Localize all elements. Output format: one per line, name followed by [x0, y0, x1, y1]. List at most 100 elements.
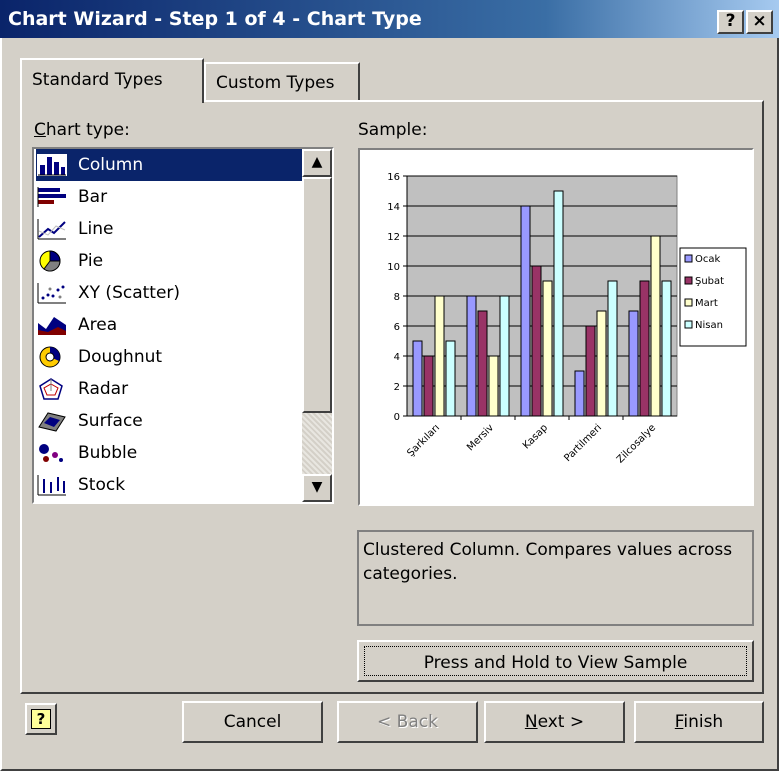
column-bar	[412, 340, 423, 417]
column-bar	[596, 310, 607, 417]
column-bar	[585, 325, 596, 417]
x-tick-label: Mersiv	[465, 422, 496, 453]
list-item-label: Radar	[78, 379, 129, 399]
column-bar	[531, 265, 542, 417]
column-bar	[477, 310, 488, 417]
list-item-stock[interactable]: Stock	[36, 469, 302, 501]
stock-chart-icon	[36, 473, 68, 497]
chart-type-label: Chart type:	[34, 120, 130, 140]
legend-label: Mart	[695, 298, 718, 309]
column-bar	[650, 235, 661, 417]
finish-label: Finish	[674, 712, 724, 732]
next-label: Next >	[524, 712, 585, 732]
list-item-label: Column	[78, 155, 144, 175]
y-tick-label: 6	[394, 322, 400, 333]
list-item-surface[interactable]: Surface	[36, 405, 302, 437]
x-tick-label: Zilcosalye	[615, 422, 658, 465]
tab-label: Standard Types	[32, 70, 163, 90]
close-icon: ×	[752, 11, 767, 31]
pie-chart-icon	[36, 249, 68, 273]
y-tick-label: 4	[394, 352, 400, 363]
x-tick-label: Şarkıları	[405, 422, 442, 459]
column-chart-icon	[36, 153, 68, 177]
legend-swatch	[684, 276, 693, 285]
list-item-label: Surface	[78, 411, 143, 431]
press-hold-label: Press and Hold to View Sample	[364, 646, 747, 676]
sample-chart: 0 2 4 6 8 10 12 14 16 Şarkıları Mersiv Kasap Partilm…	[387, 172, 747, 466]
doughnut-chart-icon	[36, 345, 68, 369]
tab-label: Custom Types	[216, 73, 335, 93]
back-label: < Back	[377, 712, 438, 732]
next-button[interactable]: Next >	[484, 701, 625, 743]
list-item-bubble[interactable]: Bubble	[36, 437, 302, 469]
bubble-chart-icon	[36, 441, 68, 465]
legend-swatch	[684, 298, 693, 307]
list-item-line[interactable]: Line	[36, 213, 302, 245]
chart-type-list[interactable]: Column Bar Line Pie XY (Scatter) Area Do…	[32, 147, 334, 504]
question-mark-icon: ?	[725, 11, 736, 31]
scatter-chart-icon	[36, 281, 68, 305]
list-item-label: Area	[78, 315, 118, 335]
list-item-label: Line	[78, 219, 114, 239]
y-tick-label: 8	[394, 292, 400, 303]
legend-label: Nisan	[695, 320, 723, 331]
window-title: Chart Wizard - Step 1 of 4 - Chart Type	[8, 8, 422, 30]
list-item-label: Bar	[78, 187, 108, 207]
bar-chart-icon	[36, 185, 68, 209]
cancel-label: Cancel	[223, 712, 282, 732]
scroll-up-button[interactable]: ▲	[302, 149, 332, 177]
close-button[interactable]: ×	[746, 10, 773, 34]
tab-standard-types[interactable]: Standard Types	[20, 58, 204, 103]
y-tick-label: 0	[394, 412, 400, 423]
y-tick-label: 2	[394, 382, 400, 393]
list-item-area[interactable]: Area	[36, 309, 302, 341]
list-item-label: Bubble	[78, 443, 138, 463]
list-item-scatter[interactable]: XY (Scatter)	[36, 277, 302, 309]
scroll-thumb[interactable]	[302, 177, 332, 413]
column-bar	[574, 370, 585, 417]
chart-description: Clustered Column. Compares values across…	[357, 530, 754, 626]
column-bar	[639, 280, 650, 417]
x-tick-label: Kasap	[521, 422, 550, 451]
y-tick-label: 12	[387, 232, 400, 243]
radar-chart-icon	[36, 377, 68, 401]
cancel-button[interactable]: Cancel	[182, 701, 323, 743]
scroll-down-button[interactable]: ▼	[302, 474, 332, 502]
column-bar	[466, 295, 477, 417]
column-bar	[499, 295, 510, 417]
list-item-label: Pie	[78, 251, 104, 271]
legend-swatch	[684, 320, 693, 329]
tab-custom-types[interactable]: Custom Types	[204, 62, 360, 100]
help-icon: ?	[31, 709, 51, 729]
column-bar	[661, 280, 672, 417]
arrow-down-icon: ▼	[311, 479, 323, 495]
help-title-button[interactable]: ?	[717, 10, 744, 34]
y-tick-label: 10	[387, 262, 400, 273]
finish-button[interactable]: Finish	[634, 701, 764, 743]
line-chart-icon	[36, 217, 68, 241]
list-scrollbar[interactable]: ▲ ▼	[302, 149, 332, 502]
list-item-column[interactable]: Column	[36, 149, 302, 181]
back-button: < Back	[337, 701, 478, 743]
list-item-radar[interactable]: Radar	[36, 373, 302, 405]
legend-label: Şubat	[695, 276, 724, 287]
y-tick-label: 14	[387, 202, 400, 213]
sample-label: Sample:	[358, 120, 428, 140]
area-chart-icon	[36, 313, 68, 337]
list-item-bar[interactable]: Bar	[36, 181, 302, 213]
help-button[interactable]: ?	[25, 703, 57, 735]
y-tick-label: 16	[387, 172, 400, 183]
column-bar	[607, 280, 618, 417]
list-item-label: XY (Scatter)	[78, 283, 181, 303]
surface-chart-icon	[36, 409, 68, 433]
column-bar	[628, 310, 639, 417]
list-item-pie[interactable]: Pie	[36, 245, 302, 277]
column-bar	[434, 295, 445, 417]
list-item-label: Stock	[78, 475, 126, 495]
list-item-doughnut[interactable]: Doughnut	[36, 341, 302, 373]
sample-chart-box: 0 2 4 6 8 10 12 14 16 Şarkıları Mersiv Kasap Partilm…	[358, 148, 754, 506]
legend-swatch	[684, 254, 693, 263]
press-hold-sample-button[interactable]: Press and Hold to View Sample	[357, 640, 754, 682]
column-bar	[445, 340, 456, 417]
arrow-up-icon: ▲	[311, 154, 323, 170]
